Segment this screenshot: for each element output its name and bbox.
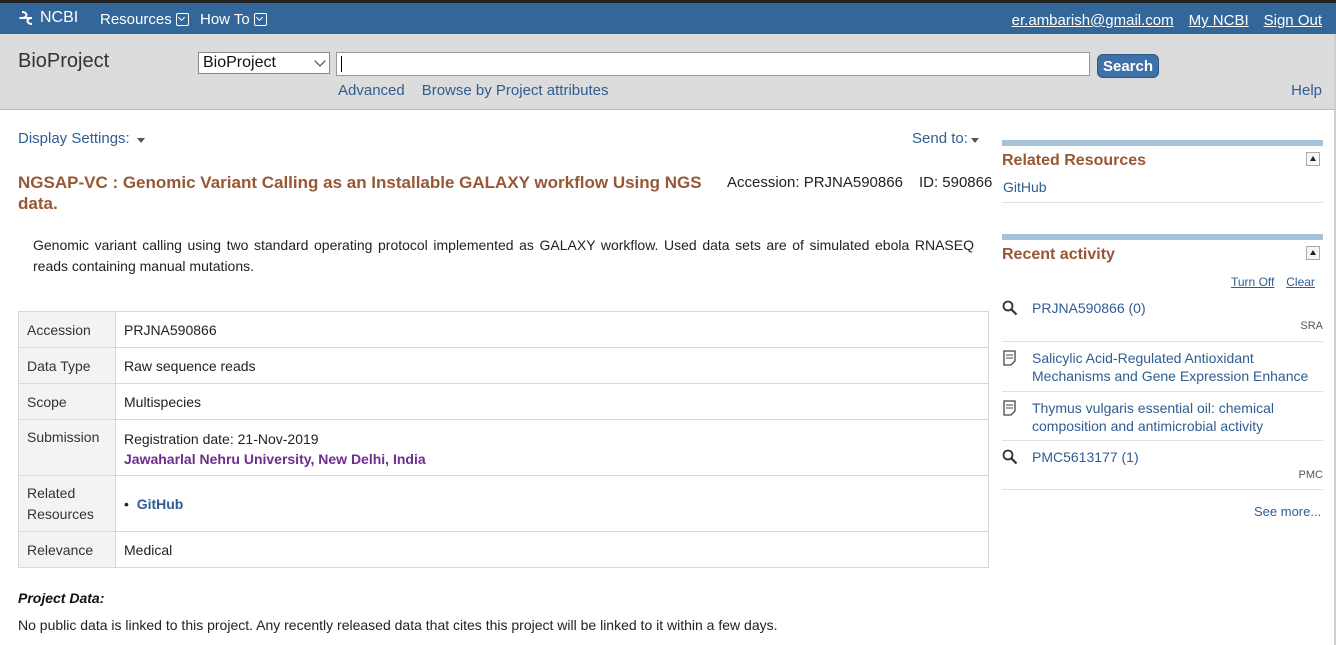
table-row: Accession PRJNA590866 bbox=[18, 311, 989, 348]
recent-activity-text[interactable]: Salicylic Acid-Regulated Antioxidant bbox=[1032, 350, 1254, 366]
project-data-text: No public data is linked to this project… bbox=[18, 617, 778, 633]
collapse-icon[interactable] bbox=[1306, 152, 1320, 166]
recent-activity-text[interactable]: Mechanisms and Gene Expression Enhance bbox=[1032, 368, 1308, 384]
recent-activity-db: SRA bbox=[1300, 320, 1323, 332]
howto-menu[interactable]: How To bbox=[200, 11, 267, 28]
table-row: Submission Registration date: 21-Nov-201… bbox=[18, 419, 989, 476]
sign-out-link[interactable]: Sign Out bbox=[1264, 12, 1322, 29]
recent-activity-item[interactable]: PMC5613177 (1) PMC bbox=[1002, 448, 1323, 488]
recent-activity-text[interactable]: PMC5613177 (1) bbox=[1032, 448, 1139, 466]
row-value: Registration date: 21-Nov-2019 Jawaharla… bbox=[115, 419, 989, 476]
document-icon bbox=[1003, 350, 1016, 366]
recent-activity-db: PMC bbox=[1298, 469, 1323, 481]
row-value: • GitHub bbox=[115, 475, 989, 532]
registration-date: Registration date: 21-Nov-2019 bbox=[124, 431, 319, 447]
row-value: Multispecies bbox=[115, 383, 989, 420]
chevron-down-icon bbox=[253, 13, 267, 26]
search-bar: BioProject BioProject Search Advanced Br… bbox=[0, 34, 1336, 110]
ncbi-logo-icon bbox=[19, 11, 33, 25]
chevron-down-icon bbox=[314, 55, 326, 67]
divider bbox=[1002, 341, 1323, 342]
recent-activity-item[interactable]: PRJNA590866 (0) SRA bbox=[1002, 299, 1323, 339]
database-title: BioProject bbox=[18, 50, 110, 72]
row-value: PRJNA590866 bbox=[115, 311, 989, 348]
advanced-search-link[interactable]: Advanced bbox=[338, 82, 405, 99]
send-to-menu[interactable]: Send to: bbox=[912, 130, 979, 147]
divider bbox=[1002, 391, 1323, 392]
ncbi-header: NCBI Resources How To er.ambarish@gmail.… bbox=[0, 0, 1336, 34]
my-ncbi-link[interactable]: My NCBI bbox=[1189, 12, 1249, 29]
resources-menu[interactable]: Resources bbox=[100, 11, 189, 28]
browse-attributes-link[interactable]: Browse by Project attributes bbox=[422, 82, 609, 99]
send-to-label: Send to: bbox=[912, 130, 968, 147]
recent-activity-text[interactable]: composition and antimicrobial activity bbox=[1032, 418, 1263, 434]
accession-info: Accession: PRJNA590866 ID: 590866 bbox=[727, 174, 992, 191]
resources-menu-label: Resources bbox=[100, 11, 172, 28]
user-email-link[interactable]: er.ambarish@gmail.com bbox=[1012, 12, 1174, 29]
recent-activity-item[interactable]: Salicylic Acid-Regulated Antioxidant Mec… bbox=[1002, 349, 1323, 389]
dropdown-arrow-icon bbox=[970, 137, 979, 143]
display-settings-label: Display Settings: bbox=[18, 130, 130, 147]
project-data-heading: Project Data: bbox=[18, 590, 105, 606]
accession-label: Accession: PRJNA590866 bbox=[727, 174, 903, 191]
turn-off-link[interactable]: Turn Off bbox=[1231, 275, 1274, 289]
project-title: NGSAP-VC : Genomic Variant Calling as an… bbox=[18, 173, 702, 213]
panel-divider bbox=[1002, 140, 1323, 146]
dropdown-arrow-icon bbox=[136, 137, 145, 143]
bullet: • bbox=[124, 495, 137, 512]
divider bbox=[1002, 202, 1323, 203]
recent-activity-item[interactable]: Thymus vulgaris essential oil: chemical … bbox=[1002, 399, 1323, 439]
row-label: Scope bbox=[18, 383, 116, 420]
database-select[interactable]: BioProject bbox=[198, 52, 330, 74]
row-value: Medical bbox=[115, 531, 989, 568]
display-settings-menu[interactable]: Display Settings: bbox=[18, 130, 145, 147]
row-value: Raw sequence reads bbox=[115, 347, 989, 384]
search-icon bbox=[1002, 300, 1018, 316]
recent-activity-text[interactable]: Thymus vulgaris essential oil: chemical bbox=[1032, 400, 1274, 416]
search-input[interactable] bbox=[336, 52, 1090, 76]
search-button[interactable]: Search bbox=[1097, 54, 1159, 78]
row-label: Submission bbox=[18, 419, 116, 476]
divider bbox=[1002, 440, 1323, 441]
database-select-value: BioProject bbox=[203, 54, 276, 71]
divider bbox=[1002, 489, 1323, 490]
table-row: Relevance Medical bbox=[18, 531, 989, 568]
table-row: Data Type Raw sequence reads bbox=[18, 347, 989, 384]
collapse-icon[interactable] bbox=[1306, 246, 1320, 260]
ncbi-logo-text: NCBI bbox=[40, 9, 79, 26]
howto-menu-label: How To bbox=[200, 11, 250, 28]
document-icon bbox=[1003, 400, 1016, 416]
row-label: Data Type bbox=[18, 347, 116, 384]
github-link[interactable]: GitHub bbox=[137, 496, 184, 512]
recent-activity-text[interactable]: PRJNA590866 (0) bbox=[1032, 299, 1146, 317]
row-label: Accession bbox=[18, 311, 116, 348]
submitter-org-link[interactable]: Jawaharlal Nehru University, New Delhi, … bbox=[124, 449, 980, 469]
panel-divider bbox=[1002, 234, 1323, 240]
help-link[interactable]: Help bbox=[1291, 82, 1322, 99]
chevron-down-icon bbox=[175, 13, 189, 26]
table-row: Scope Multispecies bbox=[18, 383, 989, 420]
related-resources-title: Related Resources bbox=[1002, 152, 1147, 169]
search-icon bbox=[1002, 449, 1018, 465]
related-github-link[interactable]: GitHub bbox=[1003, 179, 1047, 195]
table-row: Related Resources • GitHub bbox=[18, 475, 989, 532]
ncbi-logo[interactable]: NCBI bbox=[18, 9, 78, 27]
clear-link[interactable]: Clear bbox=[1286, 275, 1315, 289]
recent-activity-title: Recent activity bbox=[1002, 246, 1115, 263]
row-label: Related Resources bbox=[18, 475, 116, 532]
row-label: Relevance bbox=[18, 531, 116, 568]
see-more-link[interactable]: See more... bbox=[1254, 504, 1321, 519]
project-details-table: Accession PRJNA590866 Data Type Raw sequ… bbox=[18, 311, 989, 568]
text-caret bbox=[341, 56, 342, 72]
project-description: Genomic variant calling using two standa… bbox=[33, 237, 974, 274]
id-label: ID: 590866 bbox=[918, 174, 993, 191]
